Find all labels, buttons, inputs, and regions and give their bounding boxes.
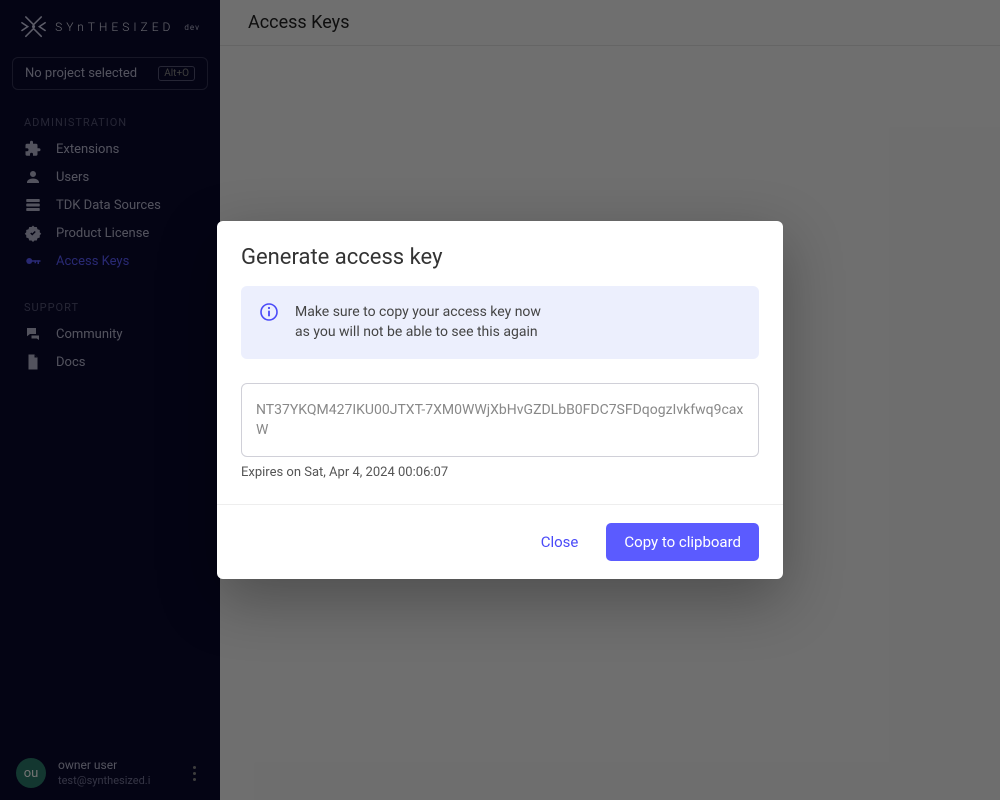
access-key-field[interactable]: NT37YKQM427IKU00JTXT-7XM0WWjXbHvGZDLbB0F… (241, 383, 759, 458)
modal-title: Generate access key (217, 221, 783, 286)
copy-to-clipboard-button[interactable]: Copy to clipboard (606, 523, 759, 561)
info-icon (259, 302, 279, 322)
info-line2: as you will not be able to see this agai… (295, 322, 541, 342)
generate-key-modal: Generate access key Make sure to copy yo… (217, 221, 783, 579)
expiry-text: Expires on Sat, Apr 4, 2024 00:06:07 (241, 465, 759, 480)
modal-overlay[interactable]: Generate access key Make sure to copy yo… (0, 0, 1000, 800)
close-button[interactable]: Close (531, 525, 589, 559)
info-text: Make sure to copy your access key now as… (295, 302, 541, 343)
modal-footer: Close Copy to clipboard (217, 504, 783, 579)
info-line1: Make sure to copy your access key now (295, 302, 541, 322)
info-banner: Make sure to copy your access key now as… (241, 286, 759, 359)
